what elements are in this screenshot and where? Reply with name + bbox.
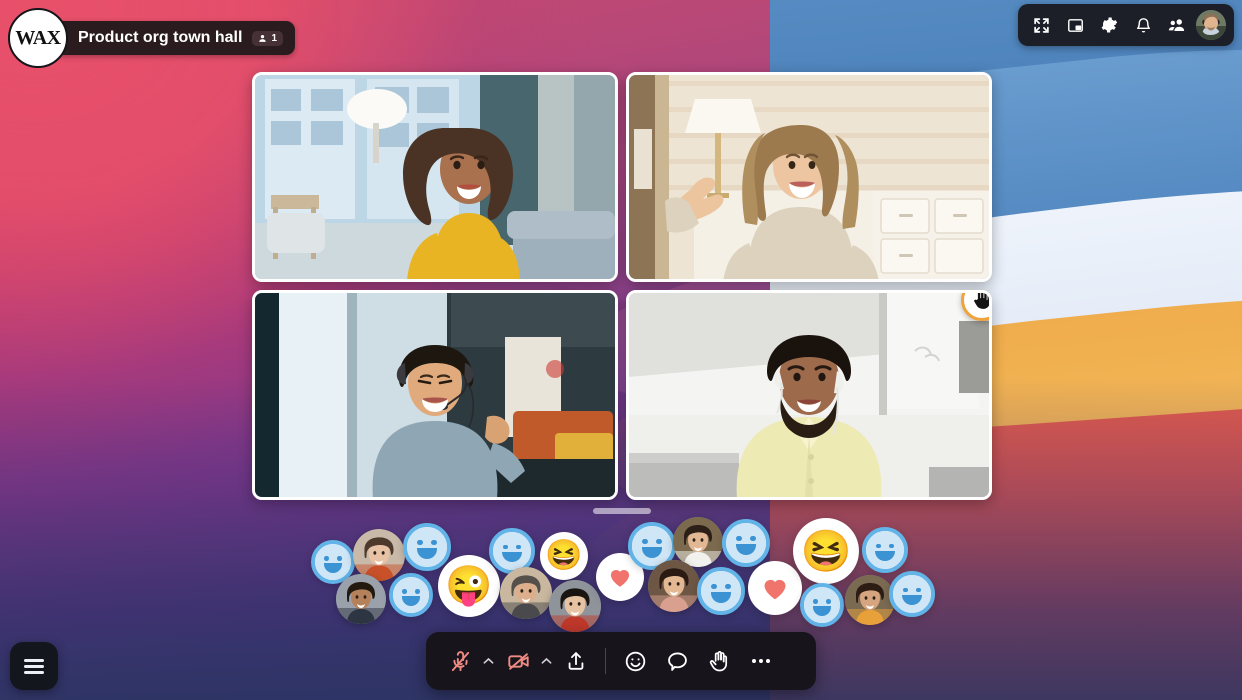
reaction-participant-avatar	[673, 517, 723, 567]
camera-options-caret[interactable]	[538, 657, 554, 665]
squinting-laugh-emoji: 😆	[793, 518, 859, 584]
smiley-face-icon	[893, 575, 931, 613]
reaction-placeholder-avatar	[862, 527, 908, 573]
smiley-face-icon	[393, 577, 429, 613]
video-tile-1[interactable]	[252, 72, 618, 282]
winking-tongue-emoji: 😜	[438, 555, 500, 617]
video-tile-2-scene	[629, 75, 989, 279]
chat-button[interactable]	[657, 641, 697, 681]
avatar-image	[336, 574, 386, 624]
picture-in-picture-button[interactable]	[1060, 10, 1090, 40]
wax-logo: WAX	[8, 8, 68, 68]
smiley-face-icon	[866, 531, 904, 569]
share-button[interactable]	[556, 641, 596, 681]
reaction-cluster: 😜 😆 😆	[0, 505, 1242, 635]
reaction-placeholder-avatar	[389, 573, 433, 617]
smiley-face-icon	[701, 571, 741, 611]
avatar-image	[549, 580, 601, 632]
mic-options-caret[interactable]	[480, 657, 496, 665]
reaction-participant-avatar	[549, 580, 601, 632]
reaction-placeholder-avatar	[800, 583, 844, 627]
avatar-image	[500, 567, 552, 619]
smiley-face-icon	[804, 587, 840, 623]
participant-count-badge: 1	[252, 30, 283, 46]
reaction-participant-avatar	[336, 574, 386, 624]
video-grid	[252, 72, 992, 500]
fullscreen-icon	[1033, 17, 1049, 33]
meeting-title-chip: Product org town hall 1	[54, 21, 295, 55]
reactions-button[interactable]	[615, 641, 655, 681]
settings-button[interactable]	[1094, 10, 1124, 40]
reaction-participant-avatar	[500, 567, 552, 619]
video-tile-4-scene	[629, 293, 989, 497]
smiley-face-icon	[493, 532, 531, 570]
smiley-icon	[625, 651, 645, 671]
user-avatar[interactable]	[1196, 10, 1226, 40]
notifications-button[interactable]	[1128, 10, 1158, 40]
video-tile-1-image	[255, 75, 615, 279]
reaction-participant-avatar	[648, 560, 700, 612]
video-tile-4-image	[629, 293, 989, 497]
person-icon	[259, 34, 267, 42]
avatar-image	[845, 575, 895, 625]
microphone-button[interactable]	[440, 641, 480, 681]
raised-hand-icon	[709, 650, 727, 671]
reaction-placeholder-avatar	[889, 571, 935, 617]
camera-control	[498, 641, 554, 681]
chat-bubble-icon	[667, 652, 687, 671]
reaction-placeholder-avatar	[722, 519, 770, 567]
ellipsis-icon	[752, 659, 770, 663]
heart-icon	[764, 579, 786, 600]
add-people-button[interactable]	[1162, 10, 1192, 40]
raise-hand-button[interactable]	[699, 641, 739, 681]
fullscreen-button[interactable]	[1026, 10, 1056, 40]
more-button[interactable]	[741, 641, 781, 681]
meeting-toolbar	[426, 632, 816, 690]
raised-hand-icon	[974, 293, 989, 309]
chevron-up-icon	[541, 657, 551, 664]
smiley-face-icon	[407, 527, 447, 567]
toolbar-divider	[605, 648, 606, 674]
heart-icon	[610, 570, 630, 587]
video-tile-2[interactable]	[626, 72, 992, 282]
bell-icon	[1136, 17, 1150, 33]
chevron-up-icon	[483, 657, 493, 664]
reaction-participant-avatar	[845, 575, 895, 625]
add-person-icon	[1168, 19, 1185, 31]
meeting-title: Product org town hall	[78, 29, 243, 46]
camera-button[interactable]	[498, 641, 538, 681]
video-tile-3-scene	[255, 293, 615, 497]
wax-logo-text: WAX	[15, 26, 61, 49]
menu-button[interactable]	[10, 642, 58, 690]
smiley-face-icon	[726, 523, 766, 563]
reaction-placeholder-avatar	[697, 567, 745, 615]
squinting-laugh-emoji: 😆	[540, 532, 588, 580]
avatar-image	[673, 517, 723, 567]
heart-reaction	[748, 561, 802, 615]
picture-in-picture-icon	[1067, 18, 1083, 32]
hamburger-icon	[24, 658, 44, 674]
mic-muted-icon	[451, 650, 469, 671]
video-tile-3[interactable]	[252, 290, 618, 500]
avatar-image	[648, 560, 700, 612]
microphone-control	[440, 641, 496, 681]
video-tile-1-scene	[255, 75, 615, 279]
smiley-face-icon	[315, 544, 351, 580]
video-tile-4[interactable]	[626, 290, 992, 500]
meeting-header: WAX Product org town hall 1	[8, 8, 295, 68]
video-tile-3-image	[255, 293, 615, 497]
avatar-image	[1196, 10, 1226, 40]
gear-icon	[1101, 17, 1118, 33]
participant-count: 1	[271, 32, 277, 44]
video-stage	[252, 72, 992, 514]
camera-muted-icon	[507, 652, 529, 670]
reaction-placeholder-avatar	[403, 523, 451, 571]
share-icon	[568, 652, 584, 670]
top-control-bar	[1018, 4, 1234, 46]
video-tile-2-image	[629, 75, 989, 279]
